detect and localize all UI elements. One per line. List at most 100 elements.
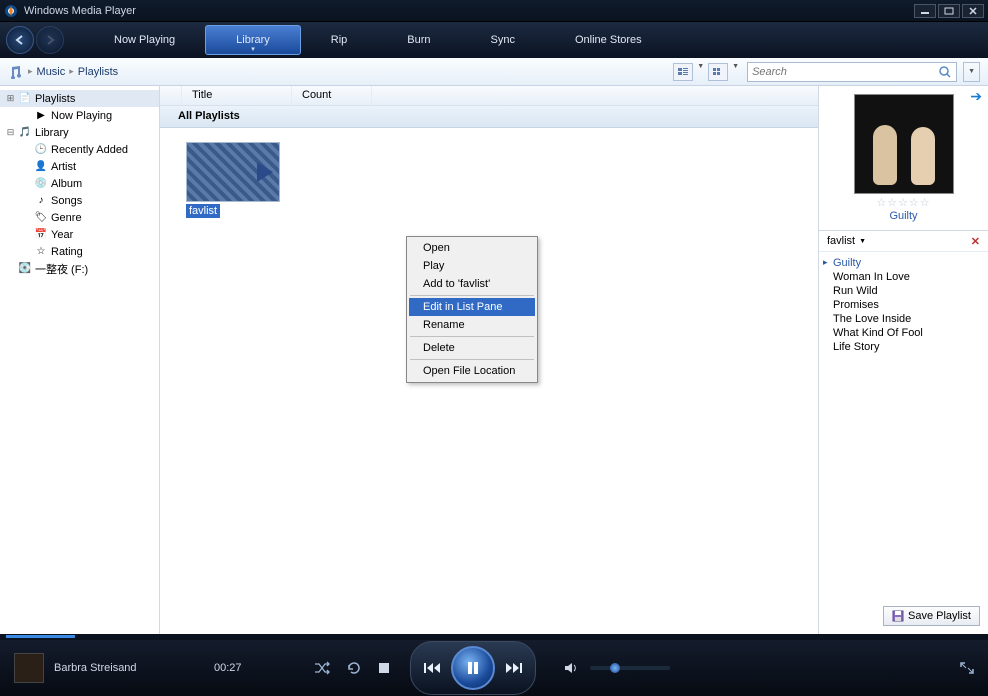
tree-item-label: Library [35, 127, 69, 139]
expand-arrow-icon[interactable]: ➔ [970, 88, 982, 105]
breadcrumb-separator-icon: ▸ [69, 66, 74, 77]
volume-slider[interactable] [590, 666, 670, 670]
tree-item-album[interactable]: 💿Album [0, 175, 159, 192]
tree-expander-icon[interactable]: ⊟ [6, 127, 15, 138]
menu-item-add-to-favlist-[interactable]: Add to 'favlist' [409, 275, 535, 293]
close-button[interactable] [962, 4, 984, 18]
rating-stars[interactable]: ☆☆☆☆☆ [876, 196, 930, 209]
elapsed-time: 00:27 [214, 662, 274, 674]
dropdown-icon[interactable]: ▼ [730, 63, 741, 81]
tree-item-label: Playlists [35, 93, 75, 105]
music-icon: 🎵 [18, 126, 32, 140]
tree-item-genre[interactable]: 🏷Genre [0, 209, 159, 226]
view-layout-button[interactable] [673, 63, 693, 81]
app-title: Windows Media Player [24, 5, 136, 17]
track-item[interactable]: Guilty [825, 256, 982, 270]
column-header-row: Title Count [160, 86, 818, 106]
list-pane: ➔ ☆☆☆☆☆ Guilty favlist ▼ ✕ GuiltyWoman I… [818, 86, 988, 634]
tree-item-now-playing[interactable]: ▶Now Playing [0, 107, 159, 124]
next-button[interactable] [497, 654, 531, 682]
chevron-down-icon[interactable]: ▼ [859, 238, 866, 245]
menu-item-play[interactable]: Play [409, 257, 535, 275]
dropdown-icon[interactable]: ▼ [695, 63, 706, 81]
track-item[interactable]: Run Wild [825, 284, 982, 298]
track-item[interactable]: Life Story [825, 340, 982, 354]
tree-item-label: Now Playing [51, 110, 112, 122]
recent-icon: 🕒 [34, 143, 48, 157]
tree-item-artist[interactable]: 👤Artist [0, 158, 159, 175]
play-pause-button[interactable] [451, 646, 495, 690]
tab-now-playing[interactable]: Now Playing [84, 22, 205, 58]
menu-item-open[interactable]: Open [409, 239, 535, 257]
view-options-button[interactable] [708, 63, 728, 81]
search-icon[interactable] [938, 65, 952, 79]
repeat-button[interactable] [346, 661, 364, 675]
album-art[interactable] [854, 94, 954, 194]
tree-item-rating[interactable]: ☆Rating [0, 243, 159, 260]
title-bar: Windows Media Player [0, 0, 988, 22]
previous-button[interactable] [415, 654, 449, 682]
maximize-button[interactable] [938, 4, 960, 18]
playlist-icon: 📄 [18, 92, 32, 106]
tree-item-recently-added[interactable]: 🕒Recently Added [0, 141, 159, 158]
tree-item-label: Recently Added [51, 144, 128, 156]
minimize-button[interactable] [914, 4, 936, 18]
nav-back-button[interactable] [6, 26, 34, 54]
tree-expander-icon[interactable]: ⊞ [6, 93, 15, 104]
save-playlist-label: Save Playlist [908, 610, 971, 622]
tab-rip[interactable]: Rip [301, 22, 378, 58]
tree-item-label: Year [51, 229, 73, 241]
save-playlist-button[interactable]: Save Playlist [883, 606, 980, 626]
playlist-name[interactable]: favlist [827, 235, 855, 247]
column-count[interactable]: Count [292, 86, 372, 105]
search-dropdown-icon[interactable]: ▼ [963, 62, 980, 82]
breadcrumb-item[interactable]: Music [37, 66, 66, 78]
songs-icon: ♪ [34, 194, 48, 208]
tree-item-label: Artist [51, 161, 76, 173]
app-logo-icon [4, 4, 18, 18]
playlist-tile[interactable]: favlist [186, 142, 280, 218]
menu-item-delete[interactable]: Delete [409, 339, 535, 357]
search-box[interactable] [747, 62, 957, 82]
artist-icon: 👤 [34, 160, 48, 174]
fullscreen-button[interactable] [960, 662, 974, 674]
tab-library[interactable]: Library [205, 25, 301, 55]
column-title[interactable]: Title [182, 86, 292, 105]
stop-button[interactable] [378, 662, 396, 674]
tab-burn[interactable]: Burn [377, 22, 460, 58]
tree-item--f-[interactable]: 💽一整夜 (F:) [0, 260, 159, 277]
tree-item-year[interactable]: 📅Year [0, 226, 159, 243]
mute-button[interactable] [564, 662, 582, 674]
album-icon: 💿 [34, 177, 48, 191]
tree-item-label: Genre [51, 212, 82, 224]
track-item[interactable]: The Love Inside [825, 312, 982, 326]
tree-item-songs[interactable]: ♪Songs [0, 192, 159, 209]
breadcrumb-row: ▸Music▸Playlists ▼ ▼ ▼ [0, 58, 988, 86]
tab-sync[interactable]: Sync [461, 22, 545, 58]
now-playing-thumb [14, 653, 44, 683]
now-playing-artist: Barbra Streisand [54, 662, 214, 674]
column-blank[interactable] [160, 86, 182, 105]
tree-item-playlists[interactable]: ⊞📄Playlists [0, 90, 159, 107]
menu-item-edit-in-list-pane[interactable]: Edit in List Pane [409, 298, 535, 316]
tab-online-stores[interactable]: Online Stores [545, 22, 672, 58]
search-input[interactable] [752, 66, 938, 78]
menu-item-open-file-location[interactable]: Open File Location [409, 362, 535, 380]
music-icon [8, 65, 22, 79]
clear-list-button[interactable]: ✕ [971, 235, 980, 248]
seek-bar[interactable] [0, 634, 988, 640]
menu-item-rename[interactable]: Rename [409, 316, 535, 334]
breadcrumb-item[interactable]: Playlists [78, 66, 118, 78]
nav-forward-button[interactable] [36, 26, 64, 54]
tree-item-library[interactable]: ⊟🎵Library [0, 124, 159, 141]
track-item[interactable]: Promises [825, 298, 982, 312]
menu-separator [410, 359, 534, 360]
nav-row: Now PlayingLibraryRipBurnSyncOnline Stor… [0, 22, 988, 58]
album-name-link[interactable]: Guilty [889, 210, 917, 222]
rating-icon: ☆ [34, 245, 48, 259]
track-item[interactable]: What Kind Of Fool [825, 326, 982, 340]
year-icon: 📅 [34, 228, 48, 242]
menu-separator [410, 336, 534, 337]
shuffle-button[interactable] [314, 661, 332, 675]
track-item[interactable]: Woman In Love [825, 270, 982, 284]
